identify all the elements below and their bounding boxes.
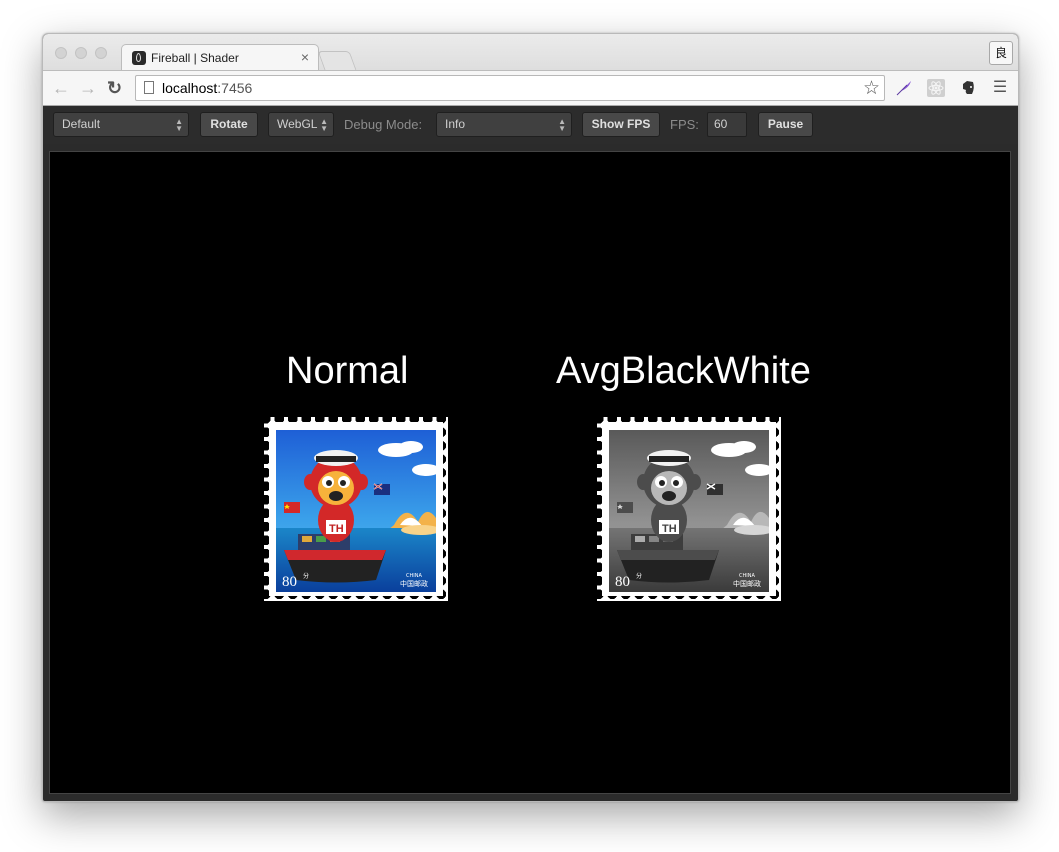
navigation-bar: ← → ↻ localhost:7456 ☆ ☰ (43, 70, 1018, 106)
stamp-country-text: 中国邮政 (400, 579, 428, 588)
avgblackwhite-caption: AvgBlackWhite (556, 350, 811, 392)
profile-button[interactable]: 良 (989, 41, 1013, 65)
back-arrow-icon[interactable]: ← (52, 78, 70, 98)
svg-text:TH: TH (662, 523, 677, 535)
reload-icon[interactable]: ↻ (107, 78, 122, 98)
rotate-button[interactable]: Rotate (200, 112, 258, 137)
fps-input[interactable]: 60 (707, 112, 747, 137)
stamp-unit: 分 (636, 572, 642, 580)
zoom-window-icon[interactable] (95, 47, 107, 59)
select-arrows-icon: ▲ ▼ (320, 117, 328, 133)
forward-arrow-icon[interactable]: → (79, 78, 97, 98)
stamp-artwork-normal: TH 80 分 CHINA 中国邮政 (276, 430, 436, 592)
stamp-country-text: 中国邮政 (733, 579, 761, 588)
debug-mode-select-value: Info (445, 117, 466, 131)
game-canvas[interactable]: Normal AvgBlackWhite TH 80 分 CHINA 中国邮政 … (49, 151, 1011, 794)
feather-extension-icon[interactable] (895, 79, 913, 97)
menu-icon[interactable]: ☰ (991, 79, 1009, 97)
pause-button[interactable]: Pause (758, 112, 813, 137)
stamp-en-text: CHINA (406, 573, 422, 579)
minimize-window-icon[interactable] (75, 47, 87, 59)
page-icon (144, 81, 154, 94)
tab-title: Fireball | Shader (151, 51, 239, 65)
debug-mode-label: Debug Mode: (344, 117, 423, 132)
close-window-icon[interactable] (55, 47, 67, 59)
svg-text:TH: TH (329, 523, 344, 535)
app-toolbar: Default ▲ ▼ Rotate WebGL ▲ ▼ Debug Mode: I… (43, 106, 1018, 144)
show-fps-button[interactable]: Show FPS (582, 112, 660, 137)
star-icon[interactable]: ☆ (863, 77, 880, 100)
debug-mode-select[interactable]: Info ▲ ▼ (436, 112, 572, 137)
renderer-select[interactable]: WebGL ▲ ▼ (268, 112, 334, 137)
address-bar[interactable]: localhost:7456 ☆ (135, 75, 885, 101)
select-arrows-icon: ▲ ▼ (175, 117, 183, 133)
tab-strip: Fireball | Shader × 良 (43, 34, 1018, 72)
stamp-artwork-avgblackwhite: TH 80 分 CHINA 中国邮政 (609, 430, 769, 592)
fps-label: FPS: (670, 117, 699, 132)
new-tab-button[interactable] (317, 51, 357, 70)
browser-window: Fireball | Shader × 良 ← → ↻ localhost:74… (42, 33, 1019, 802)
react-extension-icon[interactable] (927, 79, 945, 97)
url-port: :7456 (217, 80, 253, 96)
url-host: localhost (162, 80, 218, 96)
url-text[interactable]: localhost:7456 (162, 80, 252, 96)
stamp-value: 80 (615, 574, 630, 590)
tab-close-icon[interactable]: × (301, 49, 309, 65)
stamp-unit: 分 (303, 572, 309, 580)
scene-select-value: Default (62, 117, 101, 131)
fireball-favicon-icon (132, 51, 146, 65)
tab-fireball-shader[interactable]: Fireball | Shader × (121, 44, 319, 72)
normal-caption: Normal (286, 350, 409, 392)
stamp-en-text: CHINA (739, 573, 755, 579)
stamp-value: 80 (282, 574, 297, 590)
scene-select[interactable]: Default ▲ ▼ (53, 112, 189, 137)
select-arrows-icon: ▲ ▼ (558, 117, 566, 133)
evernote-extension-icon[interactable] (959, 79, 977, 97)
renderer-select-value: WebGL (277, 117, 318, 131)
